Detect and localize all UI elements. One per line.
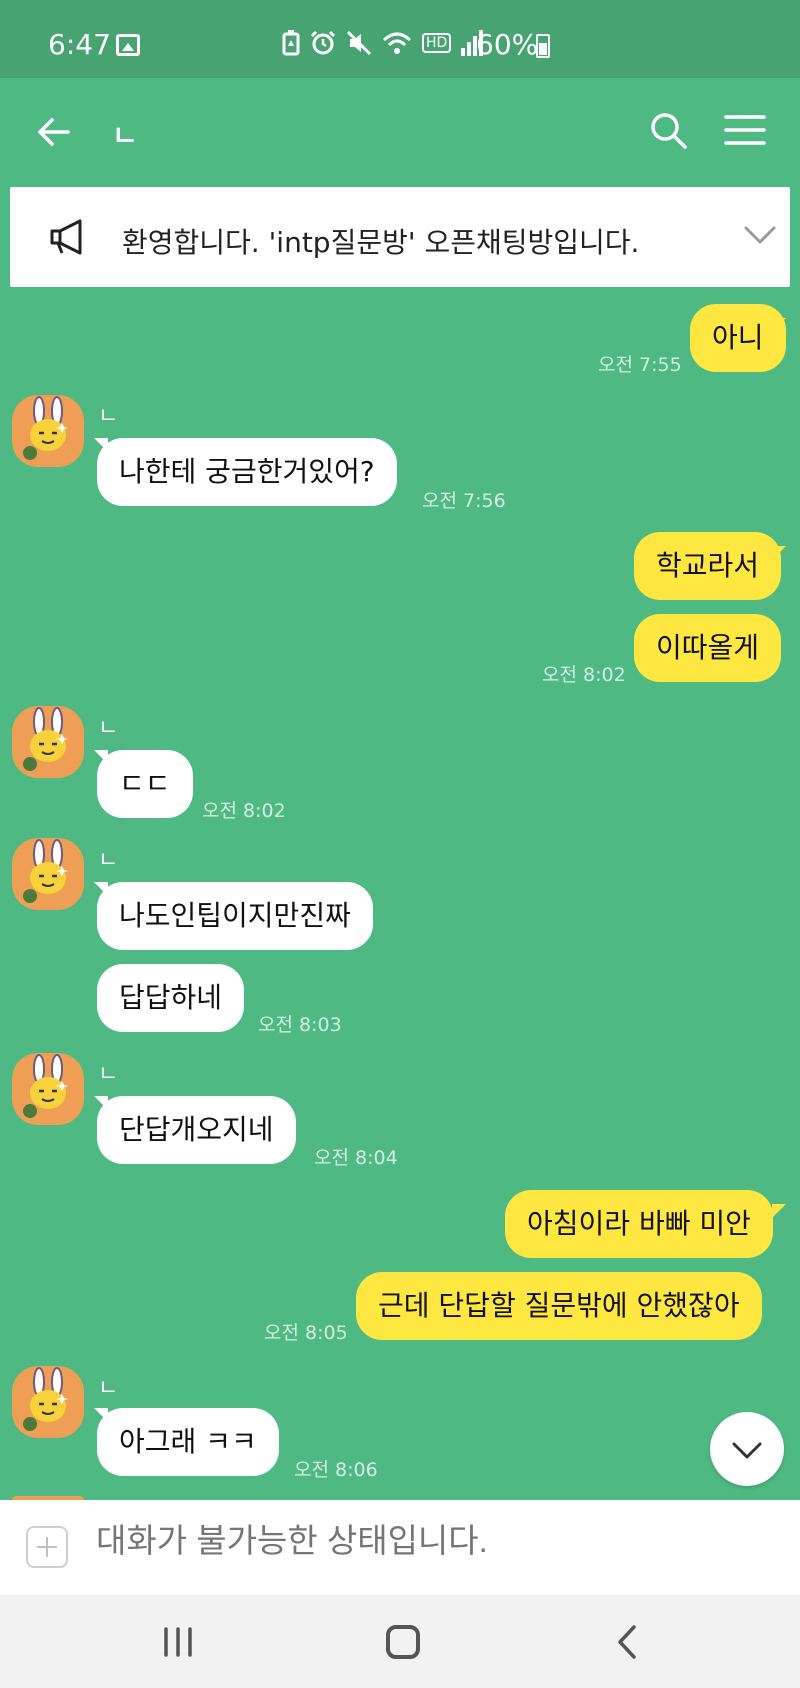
mute-icon [346, 30, 372, 56]
message-time: 오전 8:02 [542, 664, 626, 686]
avatar[interactable] [12, 1053, 84, 1125]
scroll-to-bottom-button[interactable] [710, 1412, 784, 1486]
other-message-bubble[interactable]: 단답개오지네 [97, 1096, 296, 1164]
message-time: 오전 7:56 [422, 490, 506, 512]
status-icons: HD [282, 30, 484, 56]
megaphone-icon [50, 219, 82, 255]
other-message-bubble[interactable]: 아그래 ㅋㅋ [97, 1408, 279, 1476]
ryan-character-icon [23, 396, 68, 460]
chat-title: ㄴ [112, 119, 138, 152]
menu-icon[interactable] [724, 114, 766, 146]
notice-banner[interactable]: 환영합니다. 'intp질문방' 오픈채팅방입니다. [10, 187, 790, 287]
wifi-icon [382, 32, 412, 54]
avatar[interactable] [12, 395, 84, 467]
my-message-bubble[interactable]: 이따올게 [634, 614, 782, 682]
other-message-bubble[interactable]: ㄷㄷ [97, 750, 193, 818]
avatar[interactable] [12, 706, 84, 778]
status-time: 6:47 [48, 28, 111, 61]
system-nav-bar [0, 1595, 800, 1688]
other-message-bubble[interactable]: 나한테 궁금한거있어? [97, 438, 397, 506]
message-input[interactable] [96, 1522, 776, 1560]
battery-icon [536, 34, 550, 58]
message-time: 오전 8:02 [202, 800, 286, 822]
battery-percent: 60% [476, 28, 539, 61]
notice-text: 환영합니다. 'intp질문방' 오픈채팅방입니다. [122, 226, 640, 259]
my-message-bubble[interactable]: 근데 단답할 질문밖에 안했잖아 [356, 1272, 762, 1340]
message-time: 오전 8:06 [294, 1459, 378, 1481]
chevron-down-icon [732, 1442, 762, 1459]
ryan-character-icon [23, 1054, 68, 1118]
sender-name: ㄴ [98, 404, 119, 429]
arrow-left-icon[interactable] [36, 114, 72, 150]
sender-name: ㄴ [98, 716, 119, 741]
bubble-tail [772, 546, 786, 560]
sender-name: ㄴ [98, 1062, 119, 1087]
avatar[interactable] [12, 1366, 84, 1438]
message-time: 오전 8:04 [314, 1147, 398, 1169]
sender-name: ㄴ [98, 848, 119, 873]
chat-header: ㄴ [0, 78, 800, 183]
my-message-bubble[interactable]: 아침이라 바빠 미안 [505, 1190, 773, 1258]
other-message-bubble[interactable]: 답답하네 [97, 964, 245, 1032]
avatar[interactable] [12, 838, 84, 910]
hd-icon: HD [422, 33, 452, 53]
alarm-icon [310, 30, 336, 55]
battery-saver-icon [282, 30, 300, 56]
ryan-character-icon [23, 707, 68, 771]
my-message-bubble[interactable]: 학교라서 [634, 532, 782, 600]
sender-name: ㄴ [98, 1376, 119, 1401]
ryan-character-icon [23, 839, 68, 903]
other-message-bubble[interactable]: 나도인팁이지만진짜 [97, 882, 373, 950]
back-icon[interactable] [612, 1623, 642, 1661]
message-time: 오전 7:55 [598, 354, 682, 376]
status-bar: 6:47 HD 60% [0, 0, 800, 78]
chevron-down-icon[interactable] [742, 217, 778, 253]
ryan-character-icon [23, 1367, 68, 1431]
image-icon [116, 34, 140, 56]
plus-icon[interactable] [26, 1526, 68, 1568]
my-message-bubble[interactable]: 아니 [690, 304, 786, 372]
home-icon[interactable] [386, 1625, 420, 1659]
bubble-tail [772, 318, 786, 332]
search-icon[interactable] [648, 110, 688, 150]
message-time: 오전 8:03 [258, 1014, 342, 1036]
message-input-bar [0, 1500, 800, 1595]
recent-apps-icon[interactable] [160, 1627, 196, 1657]
bubble-tail [772, 1204, 786, 1218]
message-time: 오전 8:05 [264, 1322, 348, 1344]
